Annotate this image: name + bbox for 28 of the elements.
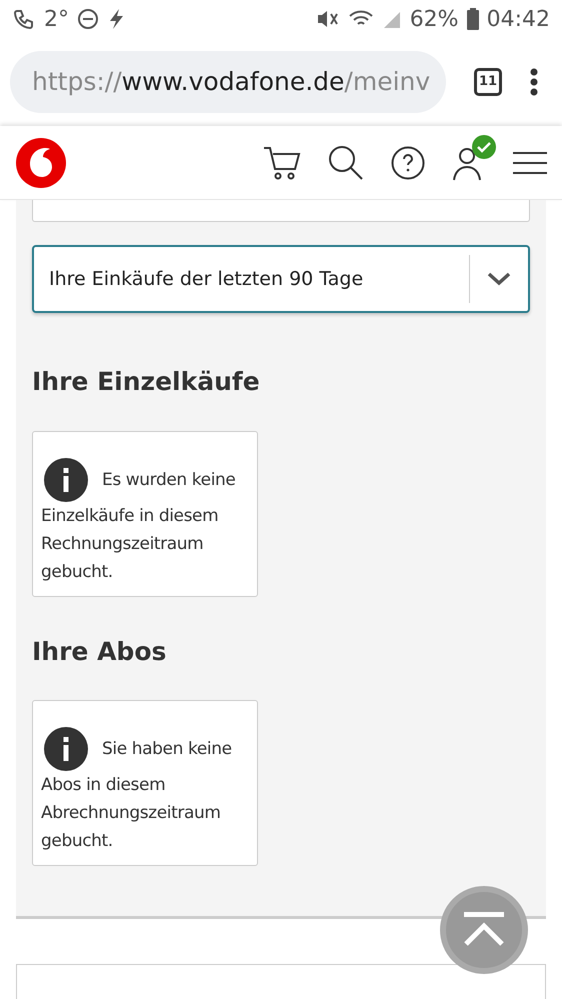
more-options-icon[interactable]: [530, 68, 538, 96]
clock-time: 04:42: [486, 6, 550, 34]
section-heading: Ihre Abos: [32, 636, 168, 668]
chevron-down-icon: [487, 272, 511, 286]
arrow-up-to-top-icon: [462, 912, 506, 948]
cart-icon[interactable]: [263, 144, 301, 180]
battery-icon: [466, 8, 479, 30]
battery-percentage: 62%: [410, 6, 459, 34]
logo-icon[interactable]: [15, 136, 67, 188]
address-bar[interactable]: https://www.vodafone.de/meinv: [10, 51, 446, 113]
do-not-disturb-icon: [77, 8, 99, 30]
info-message: Es wurden keine: [102, 468, 236, 492]
phone-icon: [12, 7, 36, 31]
period-dropdown[interactable]: Ihre Einkäufe der letzten 90 Tage: [32, 245, 530, 313]
search-icon[interactable]: [328, 144, 364, 180]
info-icon: [44, 727, 88, 771]
help-icon[interactable]: [391, 146, 425, 180]
tab-switcher-button[interactable]: 11: [474, 68, 502, 96]
info-icon: [44, 458, 88, 502]
url-text: https://www.vodafone.de/meinv: [32, 66, 430, 98]
lightning-icon: [107, 8, 125, 30]
info-message: Abos in diesem Abrechnungszeitraum gebucht.: [41, 774, 222, 853]
section-heading: Ihre Einzelkäufe: [32, 366, 261, 398]
menu-icon[interactable]: [513, 150, 547, 174]
mute-icon: [316, 8, 340, 30]
info-message: Einzelkäufe in diesem Rechnungszeitraum gebucht.: [41, 504, 220, 584]
temperature-text: 2°: [44, 6, 69, 34]
info-message: Sie haben keine: [102, 738, 232, 761]
